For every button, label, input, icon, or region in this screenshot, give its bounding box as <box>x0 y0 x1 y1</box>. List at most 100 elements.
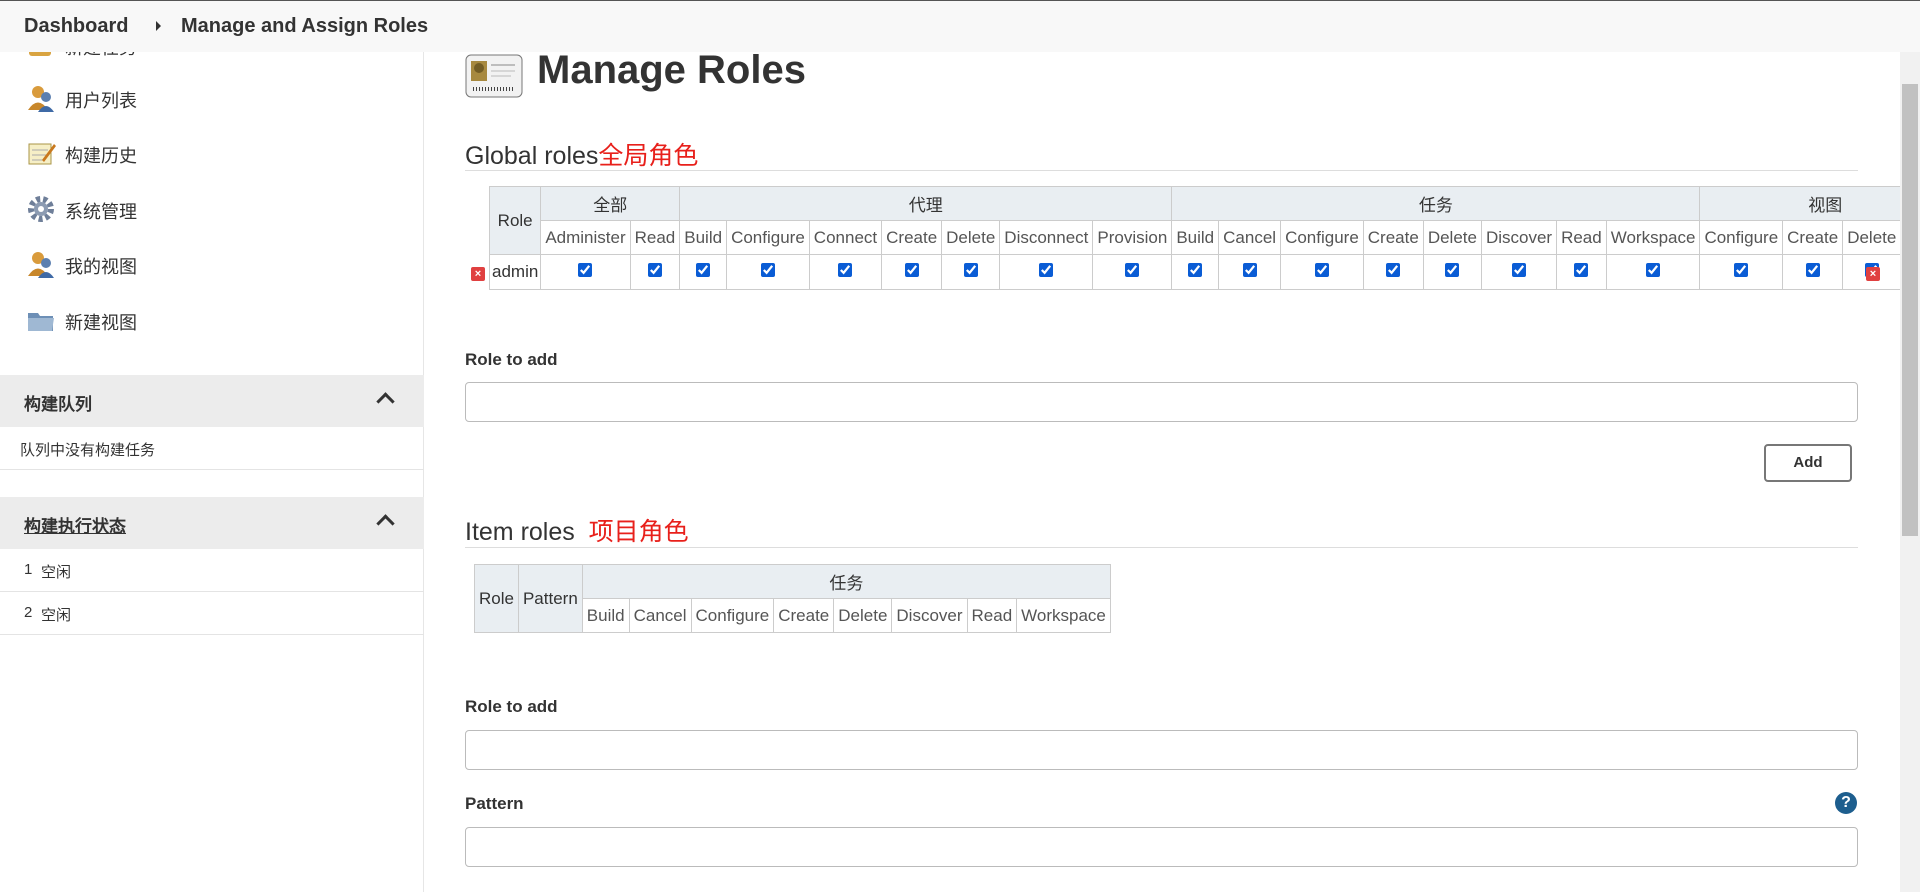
permission-group-header: 任务 <box>1171 186 1701 221</box>
chevron-up-icon[interactable] <box>376 514 395 533</box>
permission-name-row: Administer Read Build Configure Connect Creat… <box>490 220 1920 255</box>
permission-checkbox[interactable] <box>1805 263 1820 277</box>
permission-cell <box>941 254 1001 290</box>
page-title: Manage Roles <box>537 48 806 92</box>
permission-header: Create <box>1362 220 1424 255</box>
permission-checkbox[interactable] <box>1574 263 1589 277</box>
breadcrumb-current-link[interactable]: Manage and Assign Roles <box>181 15 428 38</box>
executor-status: 空闲 <box>41 607 72 624</box>
permission-header: Create <box>773 598 835 633</box>
permission-group-row: Role 全部 代理 任务 视图 <box>488 186 1920 255</box>
permission-checkbox[interactable] <box>904 263 919 277</box>
global-roles-table: Role 全部 代理 任务 视图 Administer Read Build Configu… <box>488 186 1920 290</box>
executor-number: 1 <box>24 561 33 578</box>
permission-checkbox[interactable] <box>1646 263 1661 277</box>
permission-cell <box>1092 254 1173 290</box>
permission-header: Create <box>1782 220 1844 255</box>
permission-checkbox[interactable] <box>838 263 853 277</box>
sidebar-item-label: 我的视图 <box>65 257 137 277</box>
vertical-scrollbar[interactable] <box>1900 52 1920 892</box>
main-content: Manage Roles Global roles全局角色 Role 全部 代理任… <box>425 48 1920 892</box>
item-roles-heading: Item roles 项目角色 <box>465 512 689 548</box>
global-role-to-add-label: Role to add <box>465 350 558 369</box>
executor-row: 2 空闲 <box>0 592 424 635</box>
id-card-icon <box>465 54 523 103</box>
permission-checkbox[interactable] <box>1125 263 1140 277</box>
permission-header: Build <box>581 598 630 633</box>
breadcrumb-dashboard-link[interactable]: Dashboard <box>24 15 128 38</box>
sidebar: 新建任务 用户列表 构建历史 系统管理 我的视图 新建视图 构建队列 队列中没 <box>0 34 424 892</box>
permission-header: Cancel <box>628 598 692 633</box>
item-roles-title: Item roles <box>465 518 575 546</box>
permission-cell <box>1422 254 1482 290</box>
pattern-input[interactable] <box>465 827 1858 867</box>
delete-role-icon[interactable]: × <box>1866 267 1880 281</box>
global-role-to-add-input[interactable] <box>465 382 1858 422</box>
role-column-header: Role <box>488 186 542 255</box>
permission-checkbox[interactable] <box>963 263 978 277</box>
section-divider <box>465 170 1858 171</box>
sidebar-item-my-views[interactable]: 我的视图 <box>26 249 406 281</box>
permission-checkbox[interactable] <box>1512 263 1527 277</box>
pattern-label: Pattern <box>465 794 524 813</box>
permission-checkbox[interactable] <box>1188 263 1203 277</box>
executor-status: 空闲 <box>41 564 72 581</box>
breadcrumb-separator-icon[interactable] <box>156 21 161 31</box>
users-icon <box>26 249 56 279</box>
permission-header: Administer <box>540 220 631 255</box>
permission-cell <box>999 254 1094 290</box>
permission-header: Build <box>679 220 728 255</box>
sidebar-item-label: 构建历史 <box>65 146 137 166</box>
global-roles-title: Global roles <box>465 142 599 170</box>
breadcrumb: Dashboard Manage and Assign Roles <box>0 0 1920 52</box>
permission-checkbox[interactable] <box>1445 263 1460 277</box>
add-global-role-button[interactable]: Add <box>1764 444 1852 482</box>
chevron-up-icon[interactable] <box>376 392 395 411</box>
sidebar-item-new-view[interactable]: 新建视图 <box>26 305 406 337</box>
sidebar-item-label: 新建视图 <box>65 313 137 333</box>
permission-cell <box>881 254 943 290</box>
permission-header: Workspace <box>1605 220 1701 255</box>
scrollbar-thumb[interactable] <box>1902 84 1918 536</box>
notepad-icon <box>26 138 56 168</box>
permission-checkbox[interactable] <box>1386 263 1401 277</box>
executor-row: 1 空闲 <box>0 549 424 592</box>
item-role-to-add-input[interactable] <box>465 730 1858 770</box>
permission-header: Cancel <box>1218 220 1282 255</box>
permission-header: Discover <box>891 598 968 633</box>
help-icon[interactable]: ? <box>1835 792 1857 814</box>
gear-icon <box>26 194 56 224</box>
executors-title[interactable]: 构建执行状态 <box>24 512 126 537</box>
permission-header: Configure <box>1699 220 1784 255</box>
sidebar-item-users[interactable]: 用户列表 <box>26 83 406 115</box>
global-roles-heading: Global roles全局角色 <box>465 136 698 172</box>
executors-header[interactable]: 构建执行状态 <box>0 497 424 549</box>
permission-header: Provision <box>1092 220 1173 255</box>
item-roles-table: Role Pattern 任务 Build Cancel Configure Crea… <box>474 564 1111 633</box>
permission-cell <box>1605 254 1701 290</box>
permission-checkbox[interactable] <box>760 263 775 277</box>
permission-checkbox[interactable] <box>696 263 711 277</box>
permission-checkbox[interactable] <box>1314 263 1329 277</box>
delete-role-icon[interactable]: × <box>471 267 485 281</box>
permission-checkbox[interactable] <box>647 263 662 277</box>
permission-header: Configure <box>726 220 810 255</box>
build-queue-header[interactable]: 构建队列 <box>0 375 424 427</box>
permission-cell <box>1171 254 1220 290</box>
permission-cell <box>1280 254 1364 290</box>
executor-number: 2 <box>24 604 33 621</box>
section-divider <box>465 547 1858 548</box>
sidebar-item-build-history[interactable]: 构建历史 <box>26 138 406 170</box>
permission-group-header: 全部 <box>540 186 681 221</box>
permission-checkbox[interactable] <box>578 263 593 277</box>
permission-cell <box>1480 254 1558 290</box>
permission-checkbox[interactable] <box>1039 263 1054 277</box>
build-queue-empty: 队列中没有构建任务 <box>0 427 424 470</box>
build-queue-title: 构建队列 <box>24 395 92 414</box>
permission-group-header: 视图 <box>1699 186 1920 221</box>
build-queue-empty-text: 队列中没有构建任务 <box>20 442 156 459</box>
permission-header: Delete <box>941 220 1001 255</box>
permission-checkbox[interactable] <box>1242 263 1257 277</box>
sidebar-item-manage[interactable]: 系统管理 <box>26 194 406 226</box>
permission-checkbox[interactable] <box>1734 263 1749 277</box>
